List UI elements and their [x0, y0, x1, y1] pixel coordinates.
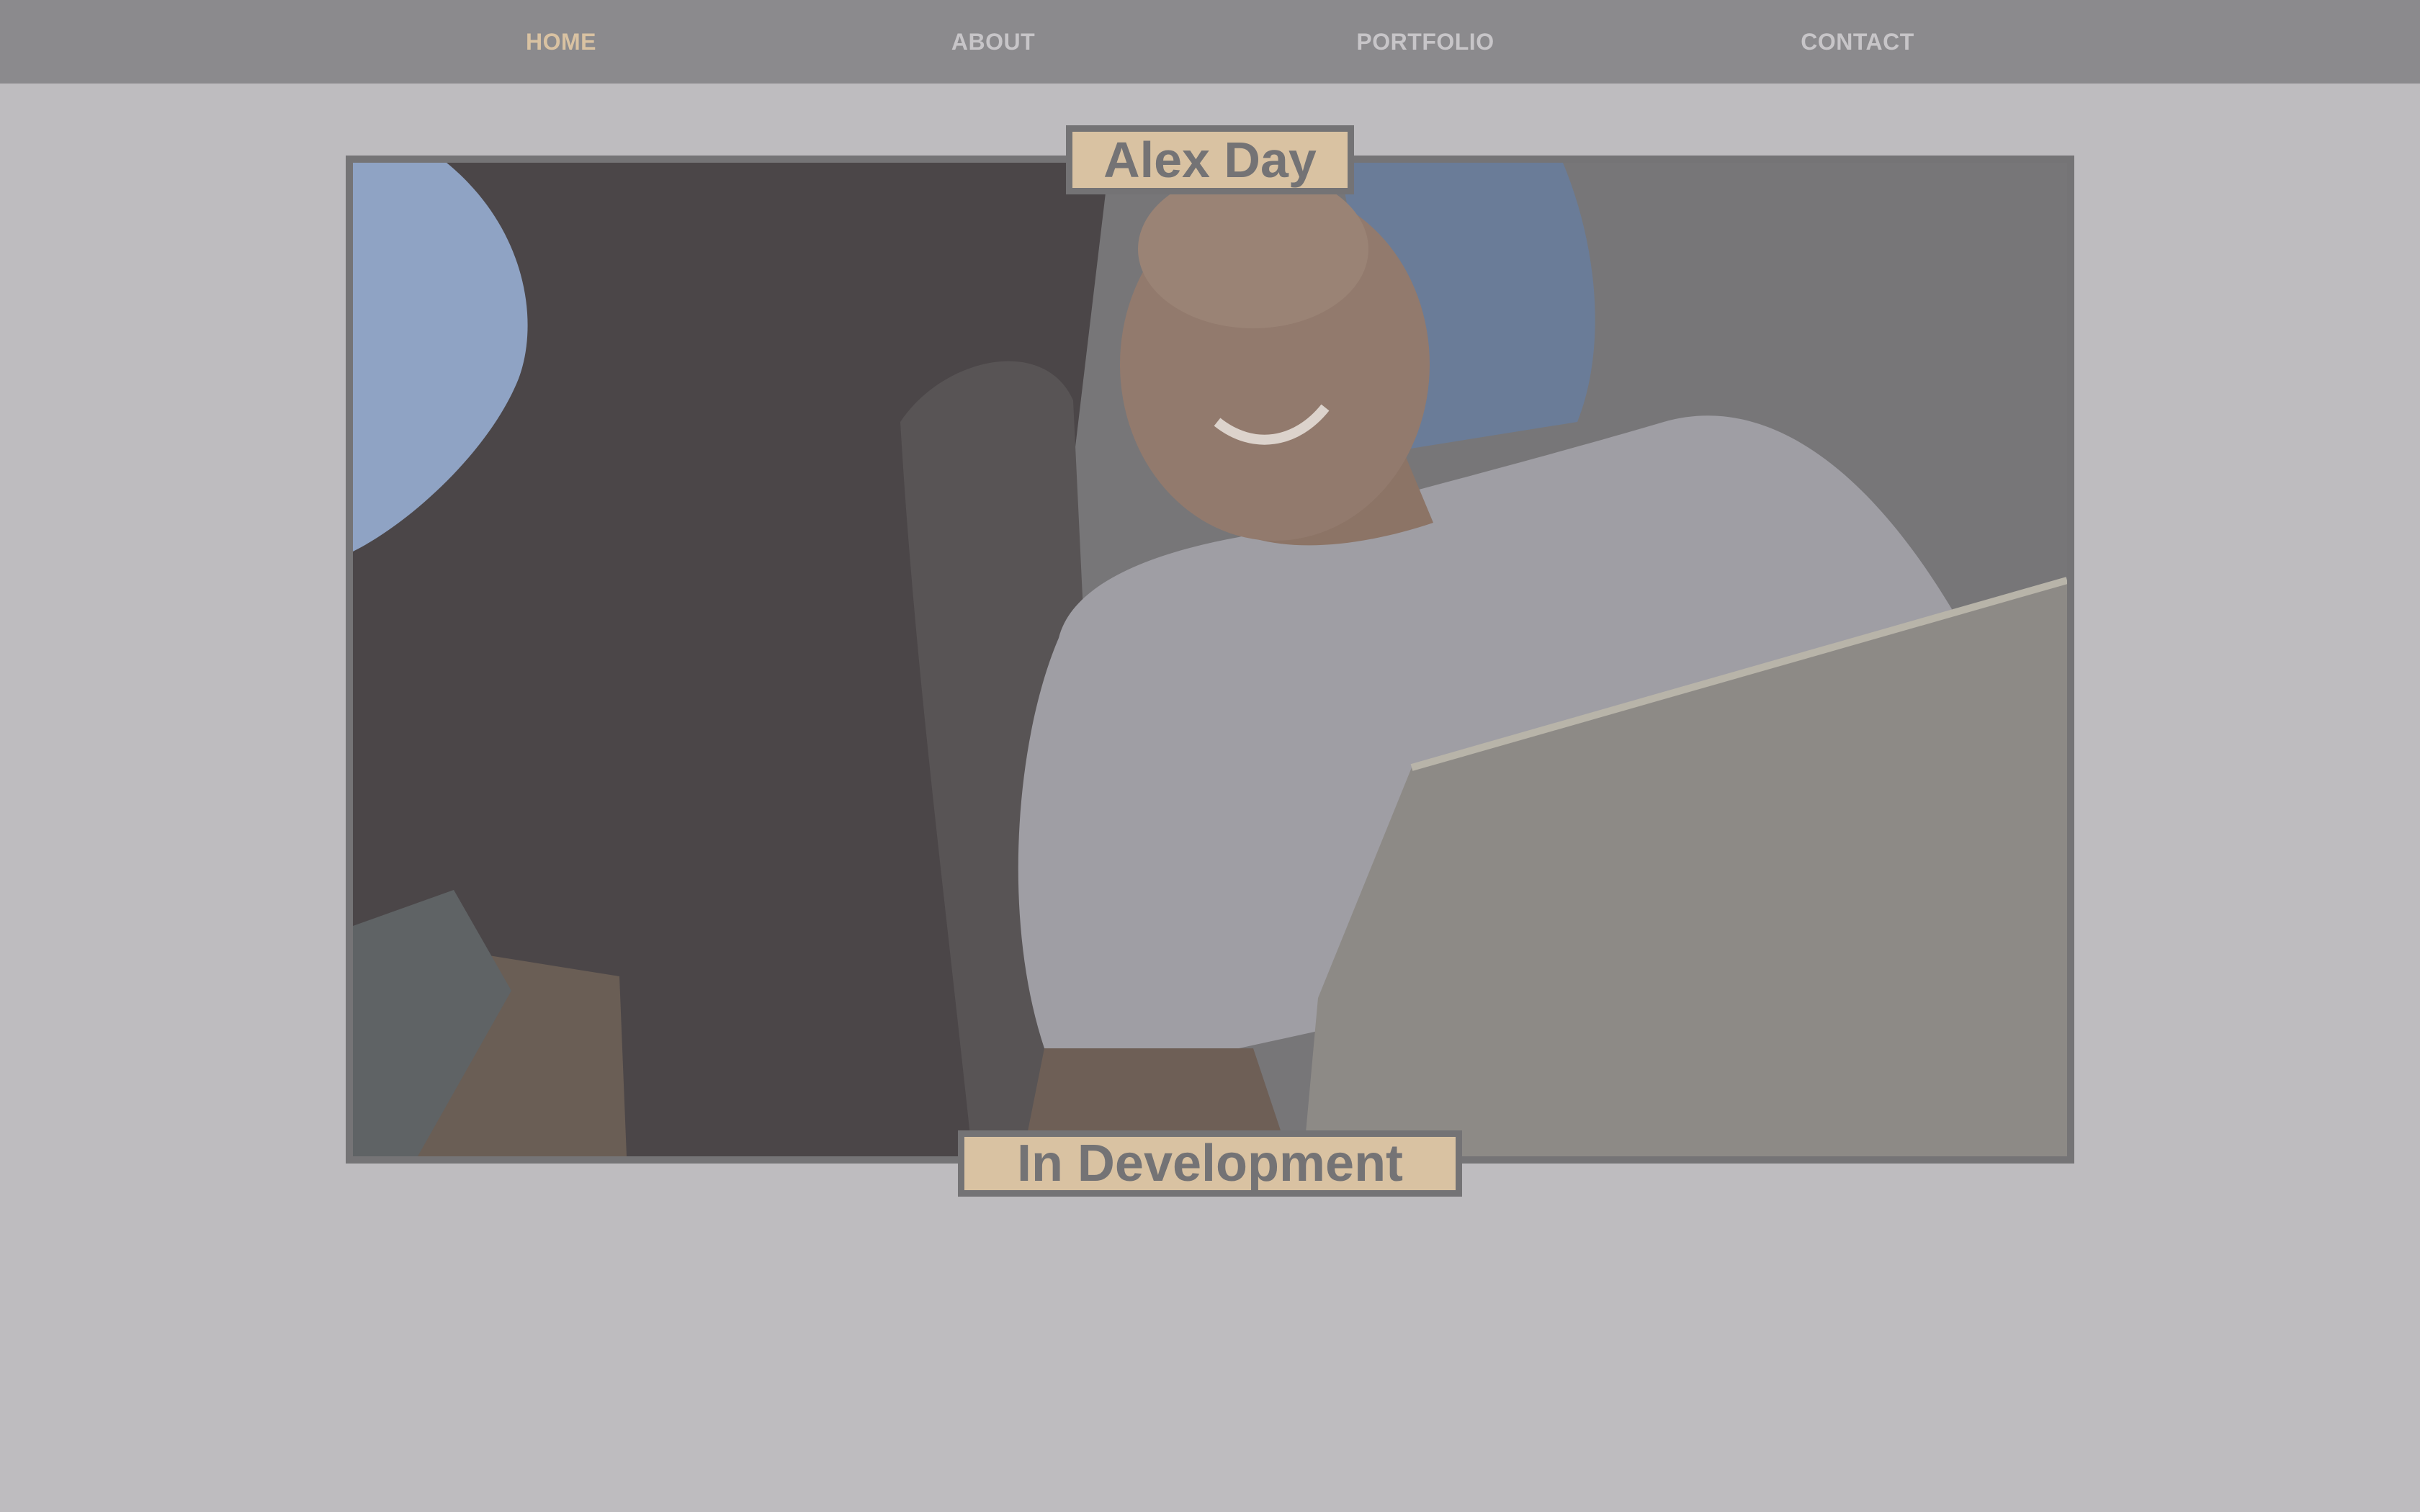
- name-label: Alex Day: [1066, 125, 1354, 194]
- top-navigation: HOME ABOUT PORTFOLIO CONTACT: [0, 0, 2420, 84]
- nav-home-link[interactable]: HOME: [417, 0, 705, 84]
- nav-about-link[interactable]: ABOUT: [849, 0, 1137, 84]
- status-label: In Development: [958, 1130, 1462, 1197]
- hero-photo-illustration: [353, 163, 2067, 1156]
- nav-portfolio-link[interactable]: PORTFOLIO: [1281, 0, 1569, 84]
- nav-contact-link[interactable]: CONTACT: [1713, 0, 2002, 84]
- hero-photo: [346, 156, 2074, 1164]
